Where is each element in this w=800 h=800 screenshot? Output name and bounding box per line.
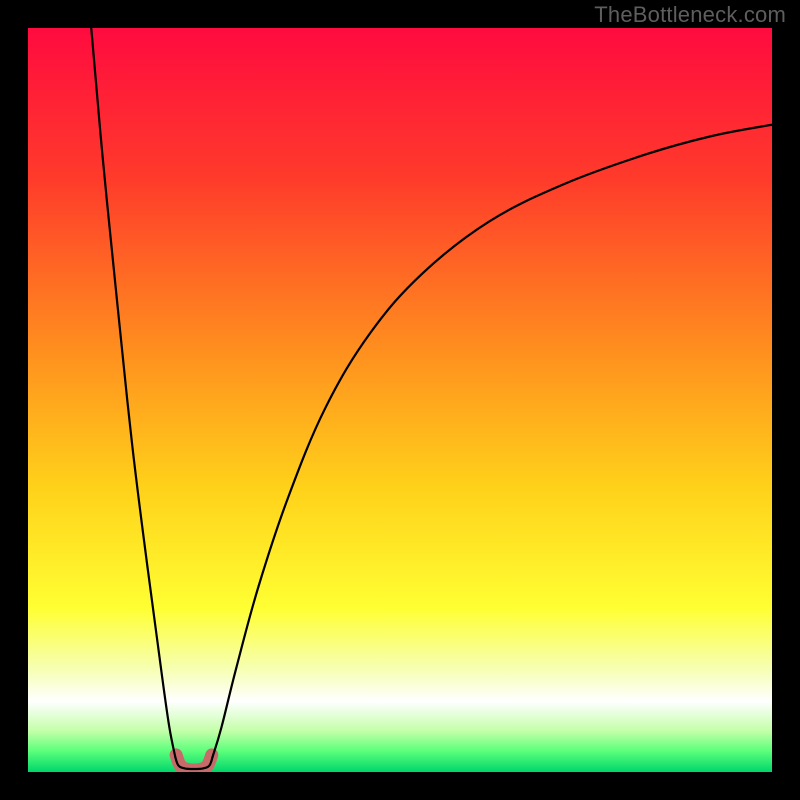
curve-layer — [28, 28, 772, 772]
chart-frame: TheBottleneck.com — [0, 0, 800, 800]
plot-area — [28, 28, 772, 772]
curve-left-branch — [91, 28, 175, 757]
curve-right-branch — [213, 125, 772, 757]
watermark-text: TheBottleneck.com — [594, 2, 786, 28]
